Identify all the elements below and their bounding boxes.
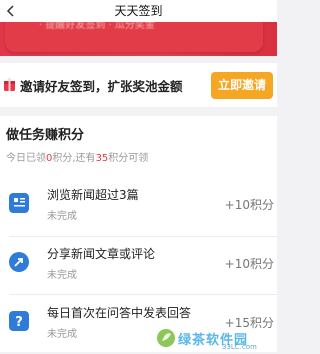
gift-icon <box>4 78 15 91</box>
invite-bar: 邀请好友签到，扩张奖池金额 立即邀请 <box>0 63 277 107</box>
summary-middle: 积分,还有 <box>52 153 96 164</box>
back-arrow-icon[interactable] <box>4 4 18 18</box>
top-bar: 天天签到 <box>0 0 277 22</box>
invite-now-button[interactable]: 立即邀请 <box>211 72 273 99</box>
task-browse-news[interactable]: 浏览新闻超过3篇 未完成 +10积分 <box>0 178 277 236</box>
task-status: 未完成 <box>47 211 77 222</box>
share-arrow-icon <box>9 252 29 272</box>
points-summary: 今日已领0积分,还有35积分可领 <box>6 149 148 164</box>
watermark: 绿茶软件园 33LC.com <box>152 327 277 352</box>
section-title: 做任务赚积分 <box>6 128 85 143</box>
page-title: 天天签到 <box>114 4 163 18</box>
summary-suffix: 积分可领 <box>108 153 149 164</box>
question-icon: ? <box>9 311 29 331</box>
invite-text: 邀请好友签到，扩张奖池金额 <box>20 79 183 94</box>
task-status: 未完成 <box>47 270 77 281</box>
task-name: 浏览新闻超过3篇 <box>47 188 139 202</box>
task-status: 未完成 <box>47 329 77 340</box>
divider <box>9 294 277 295</box>
svg-text:?: ? <box>15 315 23 330</box>
leaf-logo-icon <box>157 329 175 347</box>
task-name: 每日首次在问答中发表回答 <box>47 306 192 320</box>
banner-text: · 提醒好友签到 · 瓜分奖金 <box>39 22 155 31</box>
banner-card: · 提醒好友签到 · 瓜分奖金 <box>5 22 263 52</box>
task-points: +10积分 <box>224 257 274 271</box>
watermark-url: 33LC.com <box>222 343 257 351</box>
news-doc-icon <box>9 193 29 213</box>
task-share-news[interactable]: 分享新闻文章或评论 未完成 +10积分 <box>0 237 277 295</box>
task-points: +10积分 <box>224 198 274 212</box>
remaining-points: 35 <box>95 153 109 164</box>
prize-banner[interactable]: · 提醒好友签到 · 瓜分奖金 <box>0 22 277 56</box>
task-name: 分享新闻文章或评论 <box>47 247 156 261</box>
tasks-section: 做任务赚积分 今日已领0积分,还有35积分可领 浏览新闻超过3篇 未完成 +10… <box>0 116 277 352</box>
summary-prefix: 今日已领 <box>6 153 46 164</box>
